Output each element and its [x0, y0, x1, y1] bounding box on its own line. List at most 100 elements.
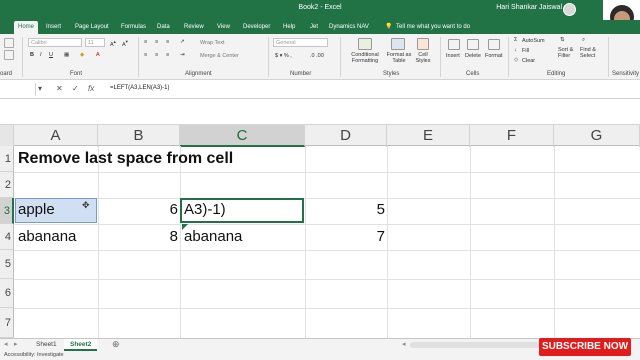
sort-filter-icon[interactable]: ⇅ — [560, 37, 565, 43]
format-as-table-icon[interactable] — [391, 38, 405, 50]
next-sheet-icon[interactable]: ▸ — [14, 340, 18, 348]
clear-button[interactable]: Clear — [522, 58, 535, 64]
number-format-dropdown[interactable]: General — [273, 38, 328, 47]
tab-jet[interactable]: Jet — [310, 21, 318, 34]
fill-icon[interactable]: ↓ — [514, 47, 517, 53]
format-cells-button[interactable]: Format — [485, 53, 502, 59]
column-header-e[interactable]: E — [387, 125, 470, 147]
function-icon[interactable]: fx — [88, 84, 94, 93]
borders-icon[interactable]: ▦ — [64, 52, 69, 58]
tell-me-search[interactable]: Tell me what you want to do — [396, 21, 470, 34]
tab-data[interactable]: Data — [157, 21, 170, 34]
cell-d4[interactable]: 7 — [307, 228, 385, 245]
tab-developer[interactable]: Developer — [243, 21, 270, 34]
row-header-1[interactable]: 1 — [0, 146, 14, 172]
align-bottom-icon[interactable]: ≡ — [166, 39, 169, 45]
prev-sheet-icon[interactable]: ◂ — [4, 340, 8, 348]
row-header-6[interactable]: 6 — [0, 279, 14, 308]
column-header-d[interactable]: D — [305, 125, 387, 147]
row-header-2[interactable]: 2 — [0, 172, 14, 198]
column-header-g[interactable]: G — [554, 125, 640, 147]
namebox-dropdown-icon[interactable]: ▾ — [38, 84, 42, 93]
copy-icon[interactable] — [4, 50, 14, 60]
find-select-button[interactable]: Find & Select — [580, 47, 596, 59]
column-header-c[interactable]: C — [180, 125, 305, 147]
autosum-icon[interactable]: Σ — [514, 37, 517, 43]
user-name[interactable]: Hari Shankar Jaiswal — [496, 4, 562, 11]
insert-cells-button[interactable]: Insert — [446, 53, 460, 59]
cell-a4[interactable]: abanana — [18, 228, 76, 245]
fill-button[interactable]: Fill — [522, 48, 529, 54]
insert-cells-icon[interactable] — [448, 39, 460, 50]
format-as-table-button[interactable]: Format as Table — [385, 52, 413, 64]
delete-cells-button[interactable]: Delete — [465, 53, 481, 59]
tab-formulas[interactable]: Formulas — [121, 21, 146, 34]
cell-a3[interactable]: apple — [18, 201, 55, 218]
user-avatar-icon[interactable] — [563, 3, 576, 16]
sheet-tab-sheet1[interactable]: Sheet1 — [30, 339, 63, 351]
row-header-5[interactable]: 5 — [0, 250, 14, 279]
cell-b4[interactable]: 8 — [100, 228, 178, 245]
wrap-text-button[interactable]: Wrap Text — [200, 40, 225, 46]
align-left-icon[interactable]: ≡ — [144, 52, 147, 58]
cell-c4[interactable]: abanana — [184, 228, 242, 245]
subscribe-now-button[interactable]: SUBSCRIBE NOW — [539, 338, 631, 356]
tab-home[interactable]: Home — [14, 21, 39, 34]
clear-icon[interactable]: ◇ — [514, 57, 518, 63]
currency-icon[interactable]: $ ▾ % , — [275, 53, 292, 59]
increase-font-icon[interactable]: A▴ — [110, 39, 116, 48]
sort-filter-button[interactable]: Sort & Filter — [558, 47, 573, 59]
cell-b3[interactable]: 6 — [100, 201, 178, 218]
find-icon[interactable]: ⌕ — [582, 37, 585, 44]
cell-d3[interactable]: 5 — [307, 201, 385, 218]
scroll-left-icon[interactable]: ◂ — [402, 340, 406, 348]
merge-center-button[interactable]: Merge & Center — [200, 53, 239, 59]
row-header-7[interactable]: 7 — [0, 308, 14, 338]
font-size-dropdown[interactable]: 11 — [85, 38, 105, 47]
decimal-icon[interactable]: .0 .00 — [310, 53, 324, 59]
indent-icon[interactable]: ⇥ — [180, 52, 185, 58]
cut-icon[interactable] — [4, 38, 14, 48]
format-cells-icon[interactable] — [488, 39, 500, 50]
column-header-b[interactable]: B — [98, 125, 180, 147]
column-header-f[interactable]: F — [470, 125, 554, 147]
cancel-icon[interactable]: ✕ — [56, 84, 63, 93]
row-header-4[interactable]: 4 — [0, 224, 14, 250]
align-top-icon[interactable]: ≡ — [144, 39, 147, 45]
font-name-dropdown[interactable]: Calibri — [28, 38, 82, 47]
sheet-tab-sheet2[interactable]: Sheet2 — [64, 339, 98, 351]
row-header-3[interactable]: 3 — [0, 198, 14, 224]
decrease-font-icon[interactable]: A▾ — [122, 39, 128, 48]
tab-dynamics-nav[interactable]: Dynamics NAV — [329, 21, 369, 34]
font-color-icon[interactable]: A — [96, 52, 100, 58]
conditional-formatting-icon[interactable] — [358, 38, 372, 50]
add-sheet-icon[interactable]: ⊕ — [112, 339, 120, 350]
cell-c3[interactable]: A3)-1) — [184, 201, 226, 218]
cell-styles-button[interactable]: Cell Styles — [414, 52, 432, 64]
name-box[interactable] — [0, 83, 36, 96]
column-header-a[interactable]: A — [14, 125, 98, 147]
align-middle-icon[interactable]: ≡ — [155, 39, 158, 45]
delete-cells-icon[interactable] — [467, 39, 479, 50]
cell-styles-icon[interactable] — [417, 38, 429, 50]
accessibility-status[interactable]: Accessibility: Investigate — [4, 352, 64, 358]
bold-icon[interactable]: B — [30, 52, 34, 58]
formula-input[interactable]: =LEFT(A3,LEN(A3)-1) — [110, 85, 170, 91]
orientation-icon[interactable]: ↗ — [180, 39, 185, 45]
tab-help[interactable]: Help — [283, 21, 295, 34]
fill-color-icon[interactable]: ◆ — [80, 52, 84, 58]
tab-insert[interactable]: Insert — [46, 21, 61, 34]
italic-icon[interactable]: I — [40, 52, 42, 58]
autosum-button[interactable]: AutoSum — [522, 38, 545, 44]
lightbulb-icon[interactable]: 💡 — [385, 21, 392, 34]
cell-a1-heading[interactable]: Remove last space from cell — [18, 150, 233, 168]
tab-view[interactable]: View — [217, 21, 230, 34]
underline-icon[interactable]: U — [49, 52, 53, 58]
tab-page-layout[interactable]: Page Layout — [75, 21, 109, 34]
enter-icon[interactable]: ✓ — [72, 84, 79, 93]
align-right-icon[interactable]: ≡ — [166, 52, 169, 58]
tab-review[interactable]: Review — [184, 21, 204, 34]
align-center-icon[interactable]: ≡ — [155, 52, 158, 58]
select-all-corner[interactable] — [0, 125, 14, 147]
conditional-formatting-button[interactable]: Conditional Formatting — [348, 52, 382, 64]
